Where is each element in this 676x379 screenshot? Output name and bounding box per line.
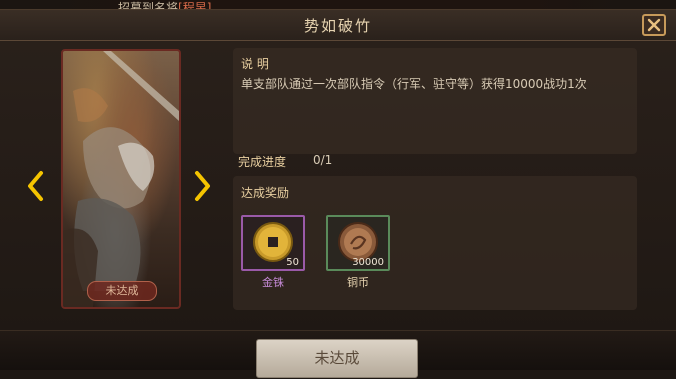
reward-name-gold: 金铢	[262, 276, 284, 289]
previous-arrow-icon[interactable]	[26, 170, 46, 202]
close-button[interactable]	[642, 14, 666, 36]
title-bar: 势如破竹	[0, 10, 676, 41]
reward-name-copper: 铜币	[347, 276, 369, 289]
achievement-card: 未达成	[61, 49, 181, 309]
reward-quantity: 30000	[352, 257, 384, 268]
warrior-illustration	[63, 51, 179, 307]
reward-item-copper[interactable]: 30000	[326, 215, 390, 271]
description-heading: 说 明	[241, 57, 269, 71]
reward-item-gold[interactable]: 50	[241, 215, 305, 271]
next-arrow-icon[interactable]	[192, 170, 212, 202]
dialog-title: 势如破竹	[303, 17, 372, 35]
description-text: 单支部队通过一次部队指令（行军、驻守等）获得10000战功1次	[241, 77, 587, 91]
description-panel: 说 明 单支部队通过一次部队指令（行军、驻守等）获得10000战功1次	[233, 48, 637, 154]
progress-value: 0/1	[313, 153, 333, 167]
claim-status-button[interactable]: 未达成	[256, 339, 418, 378]
card-status-badge: 未达成	[87, 281, 157, 301]
close-icon	[647, 18, 661, 32]
reward-quantity: 50	[286, 257, 299, 268]
progress-label: 完成进度	[238, 155, 287, 169]
rewards-panel: 达成奖励 50 金铢 30000 铜币	[233, 176, 637, 310]
rewards-heading: 达成奖励	[241, 186, 290, 200]
